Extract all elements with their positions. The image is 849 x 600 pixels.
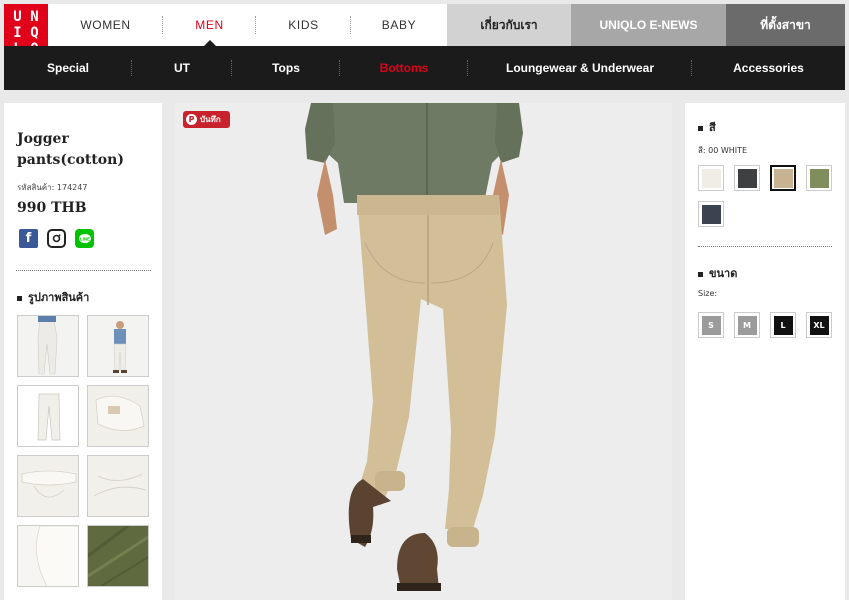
instagram-icon[interactable] [47, 229, 66, 248]
category-label: Bottoms [379, 61, 429, 75]
category-loungewear[interactable]: Loungewear & Underwear [468, 46, 692, 90]
thumbnail-image[interactable] [17, 525, 79, 587]
link-label: เกี่ยวกับเรา [480, 17, 538, 32]
svg-text:LINE: LINE [79, 236, 89, 241]
category-label: Tops [272, 61, 300, 75]
product-thumbnails [17, 315, 149, 587]
category-bottoms[interactable]: Bottoms [340, 46, 468, 90]
color-swatch-navy[interactable] [698, 201, 724, 227]
link-label: ที่ตั้งสาขา [760, 17, 811, 32]
size-option-s[interactable]: S [698, 312, 724, 338]
facebook-icon[interactable]: f [19, 229, 38, 248]
logo-letter: I [13, 25, 22, 41]
color-swatch-dark-gray[interactable] [734, 165, 760, 191]
line-icon[interactable]: LINE [75, 229, 94, 248]
category-ut[interactable]: UT [132, 46, 232, 90]
enews-link[interactable]: UNIQLO E-NEWS [571, 4, 726, 46]
about-us-link[interactable]: เกี่ยวกับเรา [447, 4, 571, 46]
divider [698, 246, 832, 247]
thumbnail-image[interactable] [17, 385, 79, 447]
color-swatches [698, 165, 833, 227]
social-share: f LINE [19, 229, 94, 248]
category-label: Accessories [733, 61, 804, 75]
logo-letter: Q [30, 25, 39, 41]
nav-label: MEN [195, 18, 224, 32]
global-header: UN IQ LO WOMEN MEN KIDS BABY เกี่ยวกับเร… [4, 4, 845, 57]
product-options-panel: สี สี: 00 WHITE ขนาด Size: S M L XL [685, 103, 845, 600]
page: UN IQ LO WOMEN MEN KIDS BABY เกี่ยวกับเร… [0, 0, 849, 600]
nav-baby[interactable]: BABY [351, 4, 447, 46]
pinterest-save-button[interactable]: P บันทึก [183, 111, 230, 128]
thumbnail-image[interactable] [17, 315, 79, 377]
product-info-panel: Jogger pants(cotton) รหัสสินค้า: 174247 … [4, 103, 162, 600]
logo-letter: N [30, 9, 39, 25]
store-locator-link[interactable]: ที่ตั้งสาขา [726, 4, 845, 46]
size-option-xl[interactable]: XL [806, 312, 832, 338]
color-swatch-white[interactable] [698, 165, 724, 191]
product-price: 990 THB [17, 200, 87, 216]
pinterest-icon: P [186, 114, 197, 125]
size-option-l[interactable]: L [770, 312, 796, 338]
category-label: Loungewear & Underwear [505, 61, 655, 75]
product-title: Jogger pants(cotton) [17, 131, 124, 168]
link-label: UNIQLO E-NEWS [599, 18, 698, 32]
logo-letter: U [13, 9, 22, 25]
thumbnail-image[interactable] [87, 455, 149, 517]
product-code: รหัสสินค้า: 174247 [17, 183, 88, 192]
gender-nav: WOMEN MEN KIDS BABY [48, 4, 447, 47]
size-heading: ขนาด [698, 264, 737, 282]
size-value: M [737, 315, 757, 335]
size-options: S M L XL [698, 312, 832, 338]
nav-label: KIDS [288, 18, 319, 32]
external-links: เกี่ยวกับเรา UNIQLO E-NEWS ที่ตั้งสาขา [447, 4, 845, 46]
thumbnail-image[interactable] [87, 315, 149, 377]
nav-kids[interactable]: KIDS [256, 4, 351, 46]
divider [16, 270, 151, 271]
thumbnail-image[interactable] [17, 455, 79, 517]
model-photo [175, 103, 672, 600]
size-value: XL [809, 315, 829, 335]
product-images-heading: รูปภาพสินค้า [17, 288, 89, 306]
nav-label: WOMEN [80, 18, 131, 32]
category-special[interactable]: Special [4, 46, 132, 90]
main-product-image[interactable]: P บันทึก [175, 103, 672, 600]
size-value: S [701, 315, 721, 335]
category-label: UT [174, 61, 190, 75]
category-label: Special [46, 61, 90, 75]
category-nav: Special UT Tops Bottoms Loungewear & Und… [4, 46, 845, 90]
nav-women[interactable]: WOMEN [48, 4, 163, 46]
color-heading: สี [698, 118, 716, 136]
size-label: Size: [698, 289, 718, 298]
nav-label: BABY [381, 18, 417, 32]
selected-color-label: สี: 00 WHITE [698, 146, 748, 155]
category-tops[interactable]: Tops [232, 46, 340, 90]
nav-men[interactable]: MEN [163, 4, 256, 47]
thumbnail-image[interactable] [87, 385, 149, 447]
size-option-m[interactable]: M [734, 312, 760, 338]
color-swatch-beige[interactable] [770, 165, 796, 191]
thumbnail-image[interactable] [87, 525, 149, 587]
color-swatch-olive[interactable] [806, 165, 832, 191]
uniqlo-logo[interactable]: UN IQ LO [4, 4, 48, 57]
pin-label: บันทึก [200, 115, 221, 124]
size-value: L [773, 315, 793, 335]
category-accessories[interactable]: Accessories [692, 46, 845, 90]
